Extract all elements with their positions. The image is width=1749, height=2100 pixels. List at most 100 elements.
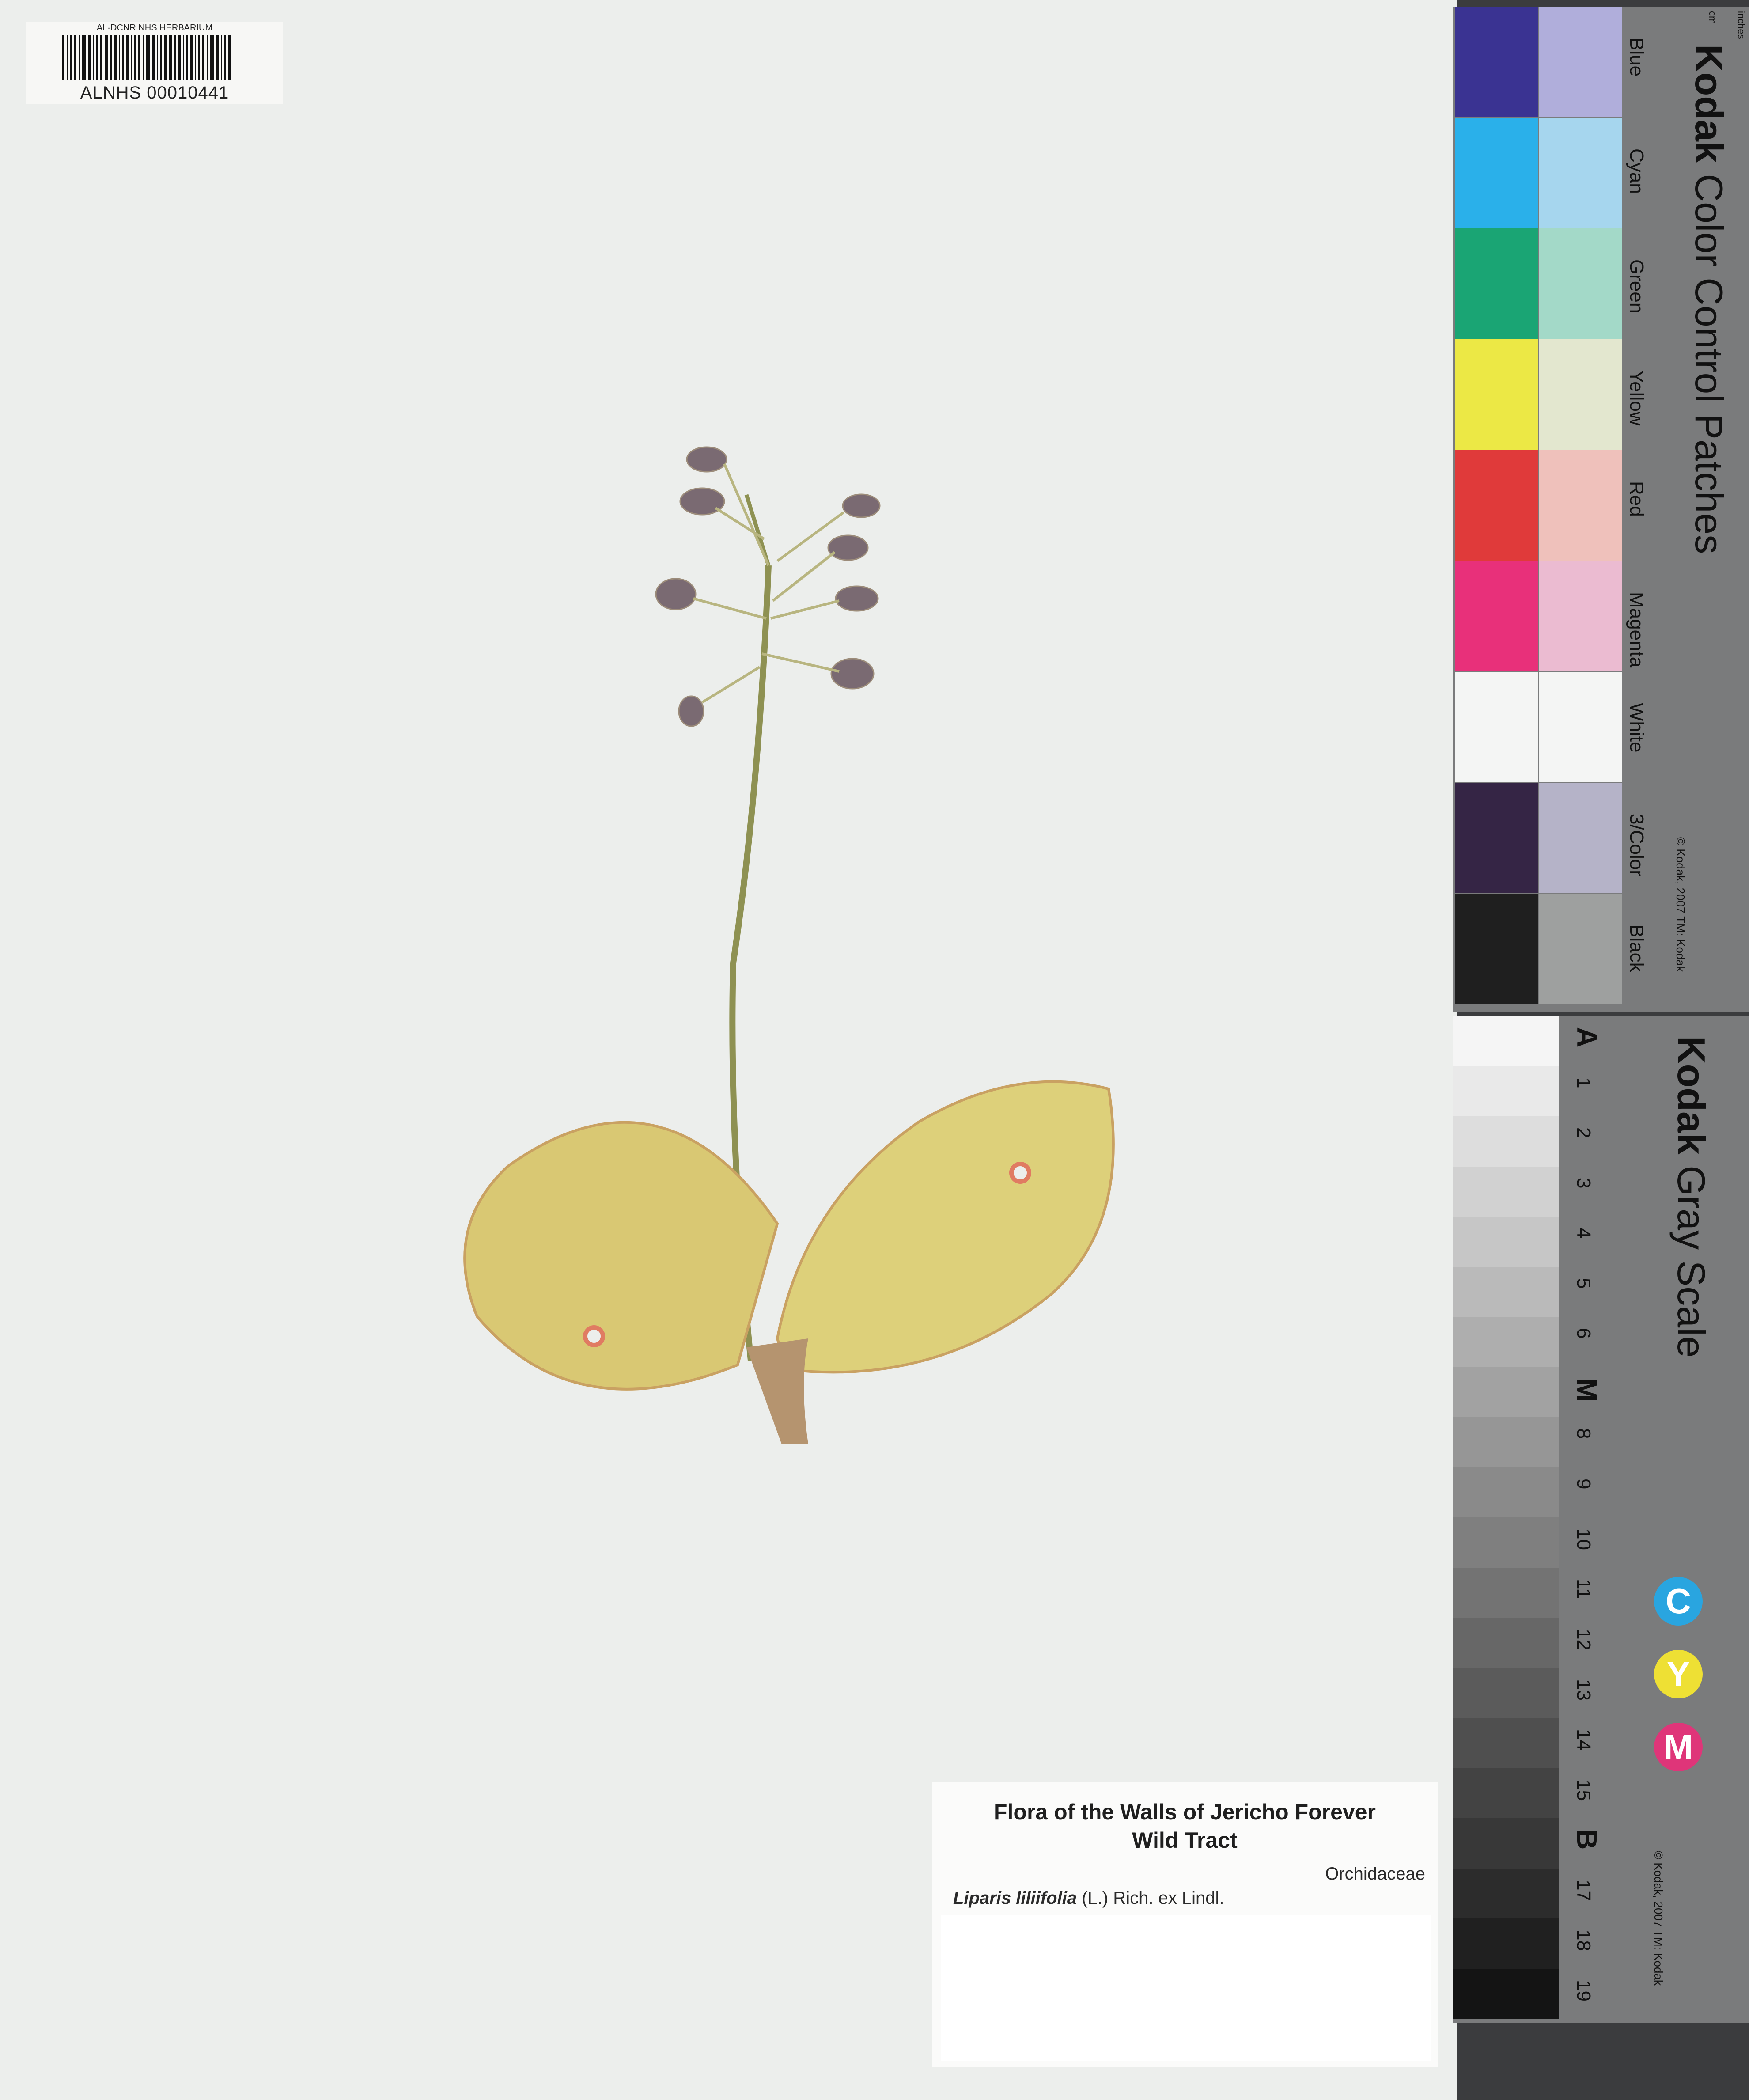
gray-step	[1453, 1417, 1559, 1467]
gray-step-label: 6	[1573, 1328, 1594, 1339]
gray-step-label: A	[1571, 1027, 1603, 1048]
barcode-bar	[79, 35, 80, 80]
cym-marker-c: C	[1654, 1577, 1703, 1626]
color-patch-light	[1539, 118, 1622, 228]
gray-step-label: 10	[1573, 1528, 1594, 1550]
color-patch-light	[1539, 450, 1622, 561]
gray-step-label: 17	[1573, 1879, 1594, 1901]
color-patch-blue	[1455, 7, 1538, 117]
gray-step-label: 11	[1573, 1578, 1594, 1599]
gray-step	[1453, 1517, 1559, 1568]
barcode-bar	[70, 35, 72, 80]
gray-step-label: 12	[1573, 1629, 1594, 1650]
gray-step	[1453, 1668, 1559, 1718]
barcode-bar	[100, 35, 102, 80]
barcode-bar	[228, 35, 231, 80]
barcode-bar	[82, 35, 86, 80]
leaf-right	[776, 1080, 1115, 1374]
color-patch-label: White	[1626, 703, 1647, 753]
gray-step	[1453, 1066, 1559, 1116]
barcode-bar	[216, 35, 219, 80]
gray-step	[1453, 1768, 1559, 1818]
specimen-label: Flora of the Walls of Jericho Forever Wi…	[932, 1782, 1438, 2067]
gray-step	[1453, 1467, 1559, 1517]
gray-step	[1453, 1868, 1559, 1918]
gray-step-label: 19	[1573, 1979, 1594, 2001]
color-patch-light	[1539, 7, 1622, 117]
barcode-bar	[202, 35, 204, 80]
gray-step-label: 3	[1573, 1177, 1594, 1188]
barcode-bar	[146, 35, 150, 80]
barcode-bar	[143, 35, 144, 80]
ruler-unit-inches: inches	[1736, 11, 1747, 39]
gray-step-label: 9	[1573, 1478, 1594, 1489]
gray-step-label: 4	[1573, 1228, 1594, 1239]
herbarium-sheet: AL-DCNR NHS HERBARIUM ALNHS 00010441 Flo…	[0, 0, 1458, 2100]
color-patch-light	[1539, 228, 1622, 339]
barcode-bar	[195, 35, 196, 80]
cym-marker-y: Y	[1654, 1650, 1703, 1698]
color-patch-white	[1455, 672, 1538, 782]
gray-step	[1453, 1016, 1559, 1066]
barcode-bar	[207, 35, 208, 80]
barcode-bar	[198, 35, 200, 80]
color-patch-label: Magenta	[1626, 592, 1647, 668]
color-card-title: Kodak Color Control Patches	[1687, 44, 1731, 554]
gray-step	[1453, 1818, 1559, 1869]
color-patch-label: Red	[1626, 481, 1647, 517]
barcode-bar	[134, 35, 136, 80]
herbarium-name: AL-DCNR NHS HERBARIUM	[96, 23, 213, 33]
gray-step-label: B	[1571, 1829, 1603, 1850]
barcode-bar	[174, 35, 176, 80]
gray-step	[1453, 1317, 1559, 1367]
gray-step-label: 14	[1573, 1729, 1594, 1751]
gray-step	[1453, 1367, 1559, 1417]
gray-step-label: 13	[1573, 1679, 1594, 1701]
color-patch-red	[1455, 450, 1538, 561]
color-patch-cyan	[1455, 118, 1538, 228]
gray-step	[1453, 1918, 1559, 1969]
color-patch-label: 3/Color	[1626, 814, 1647, 876]
barcode-bar	[74, 35, 76, 80]
color-card-copyright: © Kodak, 2007 TM: Kodak	[1674, 837, 1687, 972]
orchid-specimen-image	[463, 446, 1115, 1444]
barcode-bar	[67, 35, 68, 80]
barcode-bar	[138, 35, 140, 80]
barcode-bar	[152, 35, 155, 80]
taxon-name: Liparis liliifolia (L.) Rich. ex Lindl.	[953, 1888, 1224, 1908]
color-patch-label: Green	[1626, 259, 1647, 314]
gray-step-label: M	[1571, 1378, 1603, 1402]
barcode-bar	[93, 35, 94, 80]
pseudobulb	[746, 1338, 808, 1444]
barcode-bar	[164, 35, 167, 80]
barcode-bar	[186, 35, 188, 80]
barcode-bar	[131, 35, 132, 80]
barcode-bar	[210, 35, 214, 80]
color-patch-light	[1539, 339, 1622, 450]
kodak-color-control-card: Blue Cyan Green Yellow Red Magenta White 3/Colo…	[1453, 7, 1749, 1012]
barcode	[62, 35, 247, 80]
color-patch-green	[1455, 228, 1538, 339]
barcode-bar	[183, 35, 184, 80]
color-patch-label: Yellow	[1626, 370, 1647, 426]
gray-step-label: 8	[1573, 1428, 1594, 1439]
color-patch-label: Black	[1626, 925, 1647, 972]
gray-card-title: Kodak Gray Scale	[1670, 1036, 1713, 1358]
gray-step-label: 15	[1573, 1779, 1594, 1801]
gray-step	[1453, 1567, 1559, 1618]
barcode-bar	[169, 35, 172, 80]
gray-step	[1453, 1968, 1559, 2019]
color-patch-label: Blue	[1626, 38, 1647, 77]
barcode-bar	[110, 35, 112, 80]
barcode-bar	[157, 35, 158, 80]
color-patch-light	[1539, 783, 1622, 893]
color-patch-3color	[1455, 783, 1538, 893]
barcode-bar	[105, 35, 108, 80]
kodak-gray-scale-card: A 1 2 3 4 5 6 M 8 9 10 11 12 13 14 15 B 17 18 19 Kodak Gray…	[1453, 1016, 1749, 2023]
barcode-bar	[119, 35, 120, 80]
color-patch-label: Cyan	[1626, 148, 1647, 194]
barcode-bar	[178, 35, 181, 80]
catalog-number: ALNHS 00010441	[80, 83, 229, 102]
barcode-bar	[62, 35, 64, 80]
gray-step	[1453, 1266, 1559, 1317]
